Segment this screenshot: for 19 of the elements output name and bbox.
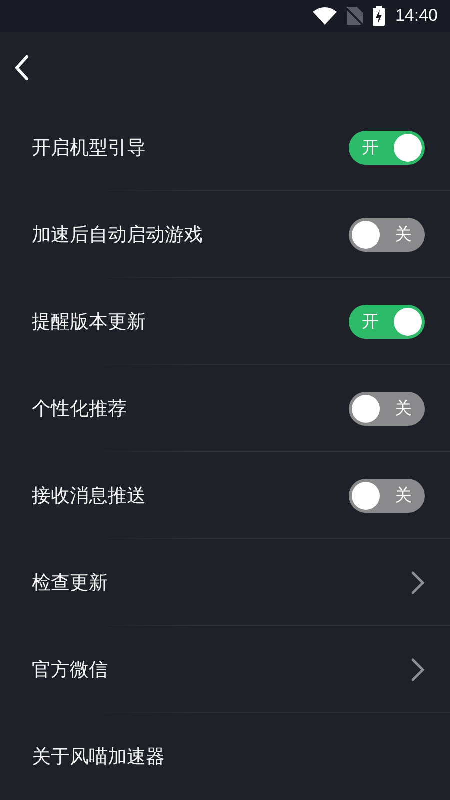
chevron-right-icon[interactable] [411,658,425,682]
status-time: 14:40 [395,6,438,26]
toggle-switch[interactable]: 关 [349,218,425,252]
setting-label: 接收消息推送 [32,484,146,508]
toggle-switch[interactable]: 开 [349,304,425,338]
no-sim-icon [347,7,364,25]
setting-label: 检查更新 [32,570,108,596]
setting-label: 加速后自动启动游戏 [32,222,203,248]
setting-label: 开启机型引导 [32,136,146,160]
setting-label: 关于风喵加速器 [32,744,165,770]
toggle-switch[interactable]: 关 [349,392,425,426]
toggle-switch[interactable]: 关 [349,478,425,512]
toggle-switch[interactable]: 开 [349,130,425,164]
wifi-icon [313,7,338,25]
setting-label: 个性化推荐 [32,396,127,422]
battery-charging-icon [373,6,386,26]
chevron-right-icon[interactable] [411,570,425,594]
setting-label: 提醒版本更新 [32,310,146,334]
setting-label: 官方微信 [32,658,108,682]
